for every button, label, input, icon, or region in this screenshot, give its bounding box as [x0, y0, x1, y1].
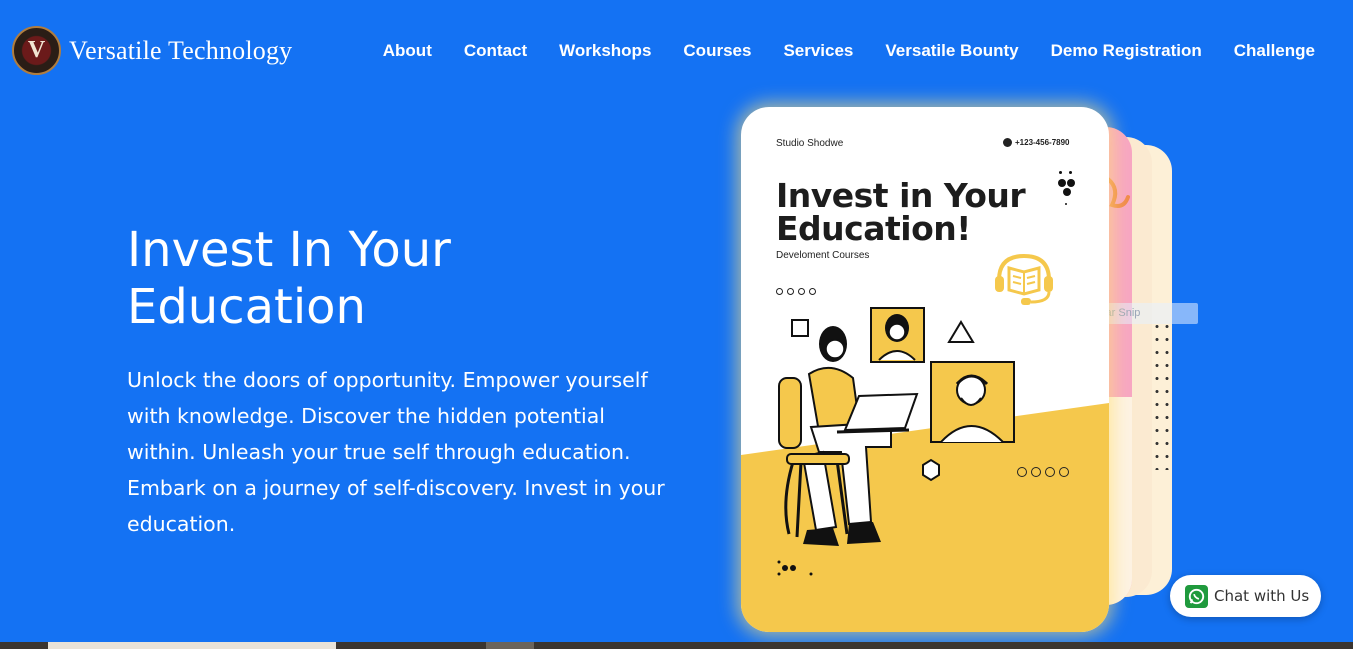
chat-with-us-button[interactable]: Chat with Us [1170, 575, 1321, 617]
site-logo[interactable]: V Versatile Technology [12, 26, 292, 75]
nav-challenge[interactable]: Challenge [1234, 41, 1315, 61]
card-title-line2: Education! [776, 209, 971, 248]
card-title: Invest in Your Education! [776, 179, 1076, 245]
nav-workshops[interactable]: Workshops [559, 41, 651, 61]
site-header: V Versatile Technology About Contact Wor… [0, 0, 1353, 100]
main-nav: About Contact Workshops Courses Services… [383, 41, 1315, 61]
course-poster-card[interactable]: Studio Shodwe +123-456-7890 Invest in Yo… [741, 107, 1109, 632]
next-section-strip [0, 642, 1353, 649]
nav-services[interactable]: Services [783, 41, 853, 61]
nav-versatile-bounty[interactable]: Versatile Bounty [885, 41, 1018, 61]
nav-demo-registration[interactable]: Demo Registration [1051, 41, 1202, 61]
headset-book-icon [995, 253, 1053, 305]
hero-title-line1: Invest In Your [127, 222, 451, 278]
site-name: Versatile Technology [69, 35, 293, 65]
dot-grid-decoration [1152, 320, 1172, 470]
hero-title-line2: Education [127, 279, 366, 335]
card-subtitle: Develoment Courses [776, 250, 870, 261]
nav-contact[interactable]: Contact [464, 41, 527, 61]
nav-about[interactable]: About [383, 41, 432, 61]
whatsapp-icon [1185, 584, 1208, 608]
card-phone: +123-456-7890 [1003, 138, 1070, 147]
nav-courses[interactable]: Courses [683, 41, 751, 61]
phone-icon [1003, 138, 1012, 147]
card-circles-top [776, 288, 816, 295]
hero-description: Unlock the doors of opportunity. Empower… [127, 368, 665, 536]
logo-badge-icon: V [12, 26, 61, 75]
card-studio-name: Studio Shodwe [776, 138, 844, 149]
hero-title: Invest In Your Education [127, 222, 627, 336]
chat-label: Chat with Us [1214, 587, 1310, 605]
card-phone-number: +123-456-7890 [1015, 138, 1070, 147]
student-laptop-illustration [777, 307, 1015, 576]
